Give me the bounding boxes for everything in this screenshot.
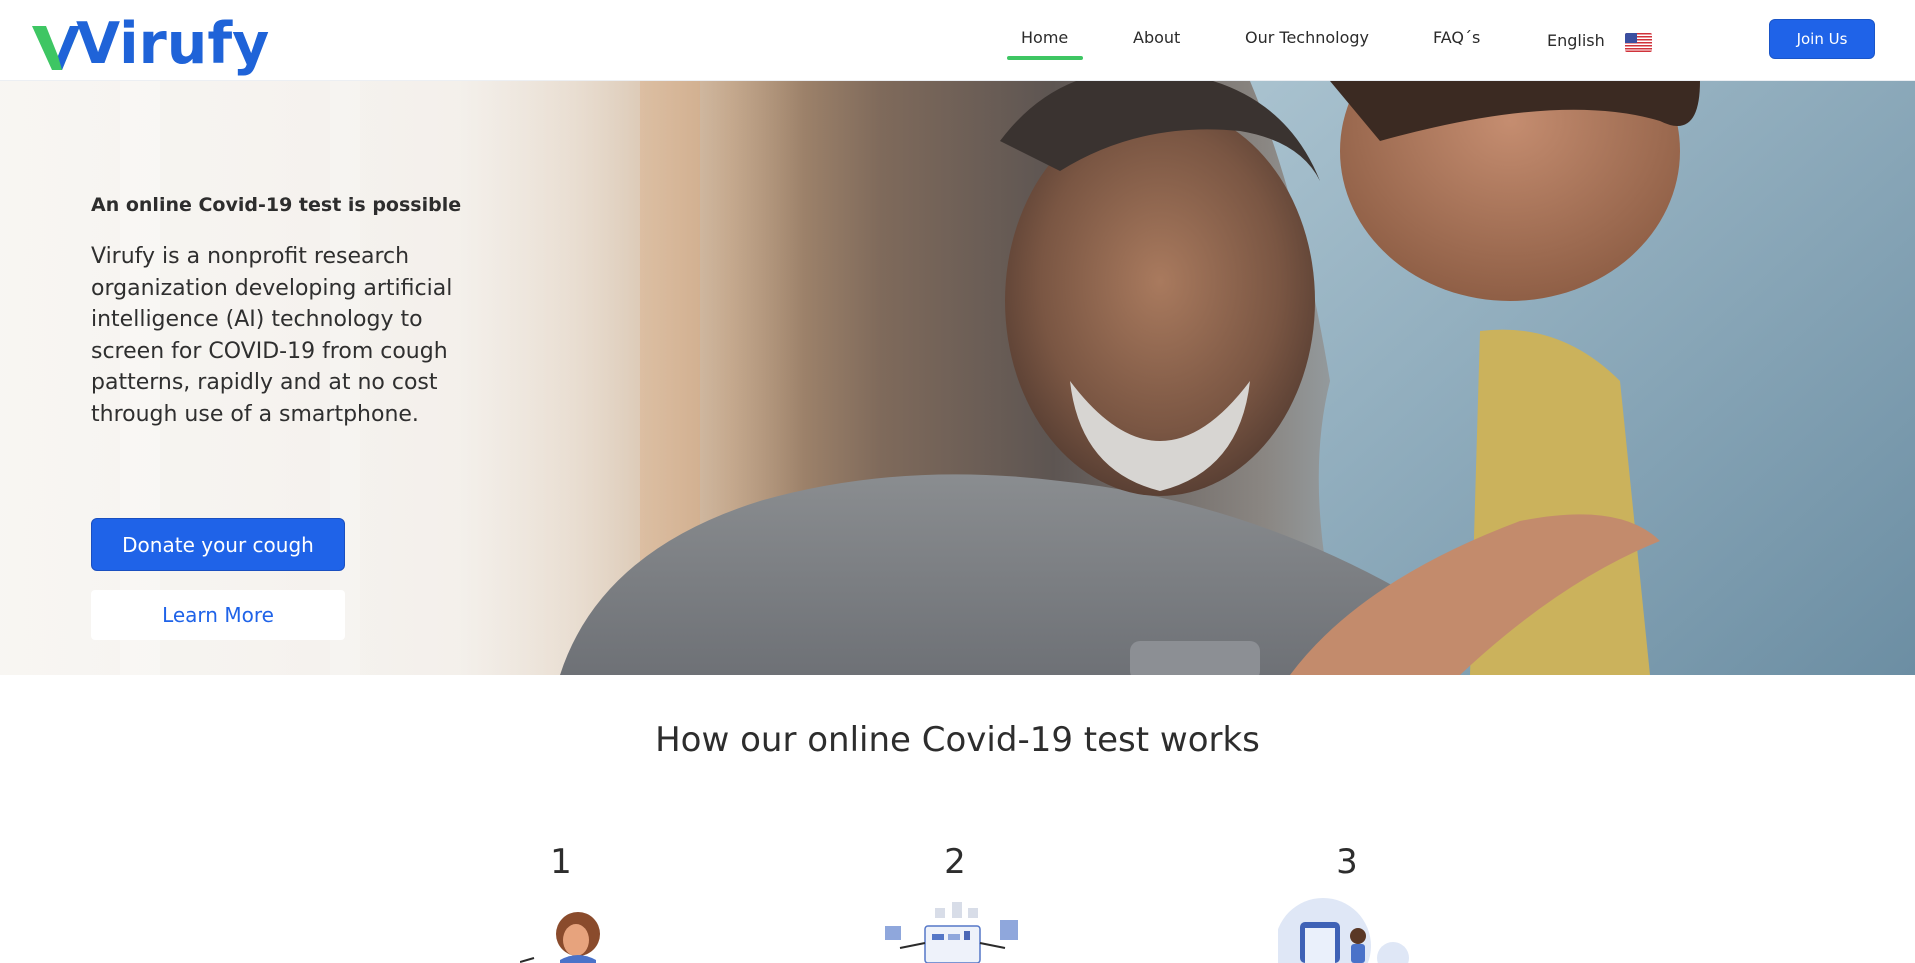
smartphone-result-illustration xyxy=(1278,898,1409,963)
step-number-1: 1 xyxy=(550,842,572,882)
step-number-2: 2 xyxy=(944,842,966,882)
nav-home[interactable]: Home xyxy=(1021,28,1068,47)
nav-about[interactable]: About xyxy=(1133,28,1180,47)
join-us-button[interactable]: Join Us xyxy=(1769,19,1875,59)
cough-person-illustration xyxy=(520,912,600,963)
us-flag-icon[interactable] xyxy=(1625,33,1652,52)
ai-analysis-illustration xyxy=(885,902,1018,963)
active-nav-indicator xyxy=(1007,56,1083,60)
learn-more-button[interactable]: Learn More xyxy=(91,590,345,640)
logo-wordmark: Virufy xyxy=(76,11,270,77)
nav-our-technology[interactable]: Our Technology xyxy=(1245,28,1369,47)
virufy-logo[interactable]: Virufy xyxy=(30,10,269,74)
hero-banner: An online Covid-19 test is possible Viru… xyxy=(0,81,1915,675)
hero-title: An online Covid-19 test is possible xyxy=(91,194,462,216)
nav-faqs[interactable]: FAQ´s xyxy=(1433,28,1480,47)
how-it-works-title: How our online Covid-19 test works xyxy=(655,720,1260,760)
site-header: Virufy Home About Our Technology FAQ´s E… xyxy=(0,0,1915,81)
step-number-3: 3 xyxy=(1336,842,1358,882)
donate-cough-button[interactable]: Donate your cough xyxy=(91,518,345,571)
logo-v-mark xyxy=(32,26,80,70)
language-selector[interactable]: English xyxy=(1547,31,1605,50)
hero-description: Virufy is a nonprofit research organizat… xyxy=(91,244,453,427)
